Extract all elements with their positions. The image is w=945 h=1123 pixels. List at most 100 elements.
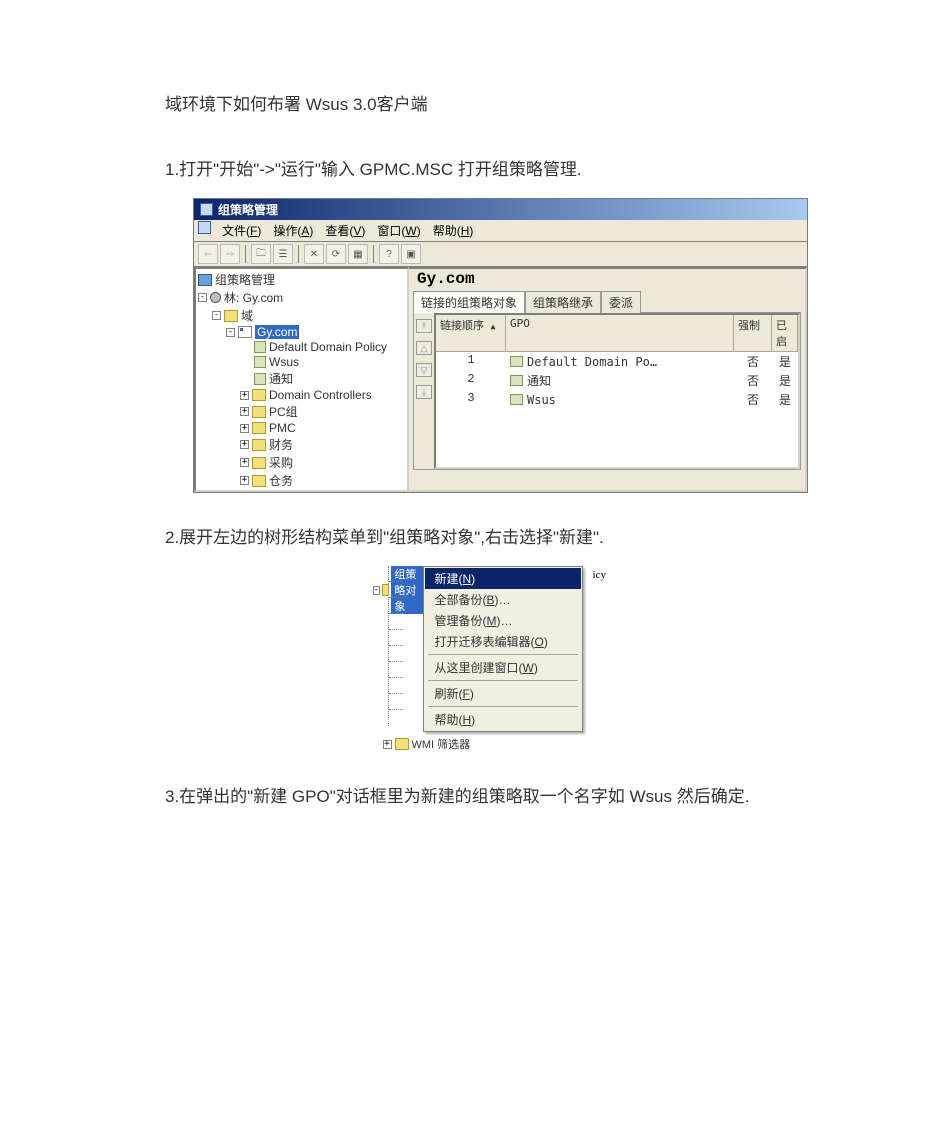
menu-file[interactable]: 文件(F) [217,221,266,240]
ctx-separator [428,680,578,681]
gpo-icon [254,341,266,353]
cell-enabled: 是 [772,352,798,371]
tree-item-wsus[interactable]: Wsus [198,355,405,370]
tab-inheritance[interactable]: 组策略继承 [525,291,601,313]
th-enabled[interactable]: 已启 [772,315,798,351]
cell-gpo: Default Domain Po… [527,355,657,369]
back-icon[interactable]: ⇐ [198,244,218,264]
gpmc-window: 组策略管理 文件(F) 操作(A) 查看(V) 窗口(W) 帮助(H) ⇐ ⇒ … [193,198,808,493]
delete-icon[interactable]: ✕ [304,244,324,264]
gpo-icon [254,356,266,368]
table-header: 链接顺序 ▲ GPO 强制 已启 [436,315,798,352]
tab-delegation[interactable]: 委派 [601,291,641,313]
move-top-icon[interactable]: ⤒ [416,319,432,333]
cell-enabled: 是 [772,371,798,390]
tree-item-label: 董事会 [269,490,305,492]
menu-help[interactable]: 帮助(H) [428,221,479,240]
twisty-minus-icon[interactable]: - [373,586,380,595]
cell-order: 1 [436,352,506,371]
th-gpo[interactable]: GPO [506,315,734,351]
properties-icon[interactable]: ☰ [273,244,293,264]
table-row[interactable]: 3 Wsus 否 是 [436,390,798,409]
cell-gpo: 通知 [527,372,551,389]
ou-icon [252,475,266,487]
menu-action[interactable]: 操作(A) [268,221,318,240]
tree-item-notify[interactable]: 通知 [198,370,405,388]
tree-ou-domain-controllers[interactable]: + Domain Controllers [198,388,405,403]
cell-order: 2 [436,371,506,390]
twisty-plus-icon[interactable]: + [383,740,392,749]
tree-ou-pmc[interactable]: +PMC [198,421,405,436]
twisty-plus-icon[interactable]: + [240,458,249,467]
gpo-icon [254,373,266,385]
ou-icon [252,457,266,469]
ctx-help[interactable]: 帮助(H) [425,709,581,730]
cell-force: 否 [734,390,772,409]
tree-domain[interactable]: - Gy.com [198,325,405,340]
order-arrow-panel: ⤒ △ ▽ ⤓ [414,313,434,469]
gpmc-body: 组策略管理 - 林: Gy.com - 域 - Gy.com Defau [194,267,807,492]
twisty-plus-icon[interactable]: + [240,407,249,416]
twisty-plus-icon[interactable]: + [240,440,249,449]
forward-icon[interactable]: ⇒ [220,244,240,264]
ctx-refresh[interactable]: 刷新(F) [425,683,581,704]
help-icon[interactable]: ? [379,244,399,264]
cell-force: 否 [734,371,772,390]
move-bottom-icon[interactable]: ⤓ [416,385,432,399]
ctx-backup-all[interactable]: 全部备份(B)… [425,589,581,610]
ctx-manage-backup[interactable]: 管理备份(M)… [425,610,581,631]
tree-item-label: Default Domain Policy [269,340,387,354]
up-folder-icon[interactable]: 🗀 [251,244,271,264]
th-force[interactable]: 强制 [734,315,772,351]
wmi-filter-node[interactable]: + WMI 筛选器 [383,736,583,752]
step-1-text: 1.打开"开始"->"运行"输入 GPMC.MSC 打开组策略管理. [165,155,780,180]
table-row[interactable]: 2 通知 否 是 [436,371,798,390]
export-list-icon[interactable]: ▦ [348,244,368,264]
tree-item-label: PC组 [269,403,298,420]
wmi-filter-label: WMI 筛选器 [412,736,471,752]
tree-ou-warehouse[interactable]: +仓务 [198,472,405,490]
tree-item-label: Domain Controllers [269,388,372,402]
menu-view[interactable]: 查看(V) [320,221,370,240]
twisty-minus-icon[interactable]: - [226,328,235,337]
window-title-text: 组策略管理 [218,201,278,218]
tree-root[interactable]: 组策略管理 [198,271,405,289]
tree-forest[interactable]: - 林: Gy.com [198,289,405,307]
cell-order: 3 [436,390,506,409]
ou-icon [252,439,266,451]
twisty-plus-icon[interactable]: + [240,476,249,485]
tree-domain-label: Gy.com [255,325,299,339]
right-title: Gy.com [409,269,805,290]
mmc-icon [198,221,211,234]
ctx-migration-editor[interactable]: 打开迁移表编辑器(O) [425,631,581,652]
twisty-plus-icon[interactable]: + [240,391,249,400]
tree-ou-finance[interactable]: + 财务 [198,436,405,454]
tree-item-label: Wsus [269,355,299,369]
tree-ou-board[interactable]: +董事会 [198,490,405,492]
gpo-table[interactable]: 链接顺序 ▲ GPO 强制 已启 1 Default Domain Po… 否 … [434,313,800,469]
tree-item-label: 财务 [269,436,293,453]
settings-icon[interactable]: ▣ [401,244,421,264]
tab-linked-gpo[interactable]: 链接的组策略对象 [413,291,525,313]
tree-domains[interactable]: - 域 [198,307,405,325]
ctx-new[interactable]: 新建(N) [425,568,581,589]
table-row[interactable]: 1 Default Domain Po… 否 是 [436,352,798,371]
ctx-separator [428,654,578,655]
tree-fragment: - 组策略对象 [363,566,423,752]
gpmc-titlebar: 组策略管理 [194,199,807,220]
tree-ou-purchase[interactable]: +采购 [198,454,405,472]
refresh-icon[interactable]: ⟳ [326,244,346,264]
tree-ou-pc[interactable]: + PC组 [198,403,405,421]
tree-item-default-policy[interactable]: Default Domain Policy [198,340,405,355]
twisty-minus-icon[interactable]: - [212,311,221,320]
context-menu: 新建(N) 全部备份(B)… 管理备份(M)… 打开迁移表编辑器(O) 从这里创… [423,566,583,732]
ctx-new-window[interactable]: 从这里创建窗口(W) [425,657,581,678]
truncated-suffix: icy [593,569,606,581]
twisty-plus-icon[interactable]: + [240,424,249,433]
move-up-icon[interactable]: △ [416,341,432,355]
twisty-minus-icon[interactable]: - [198,293,207,302]
menu-window[interactable]: 窗口(W) [372,221,425,240]
th-link-order[interactable]: 链接顺序 ▲ [436,315,506,351]
move-down-icon[interactable]: ▽ [416,363,432,377]
gpmc-tree[interactable]: 组策略管理 - 林: Gy.com - 域 - Gy.com Defau [194,267,409,492]
